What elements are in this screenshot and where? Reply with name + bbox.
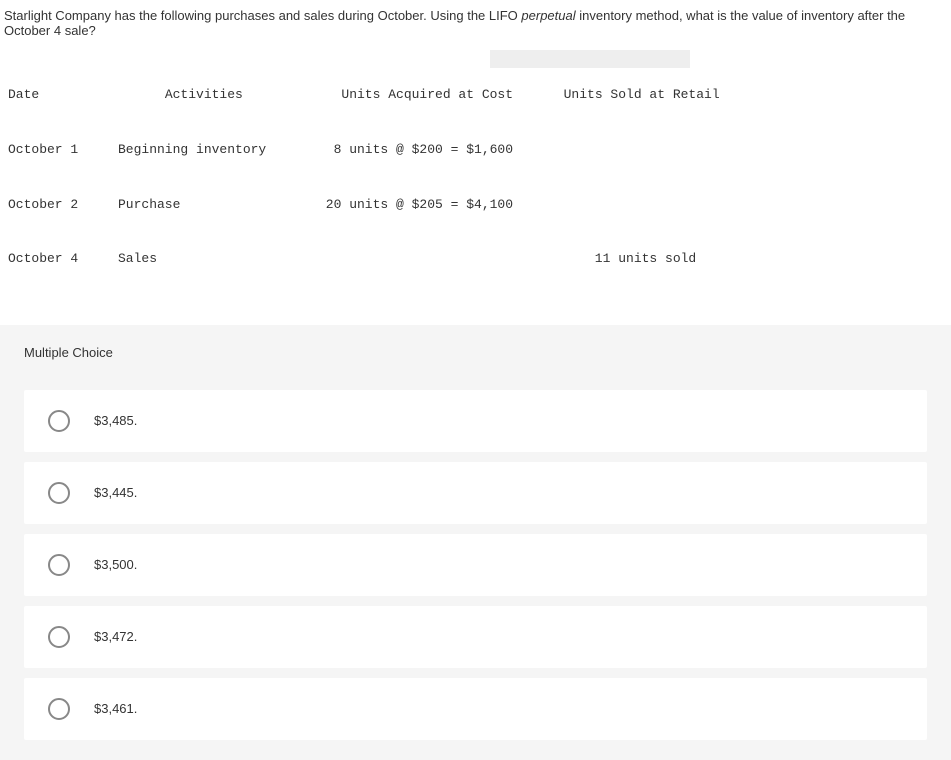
- cell-activities: Sales: [118, 250, 318, 268]
- table-row: October 4 Sales 11 units sold: [8, 250, 943, 268]
- radio-icon: [48, 698, 70, 720]
- radio-icon: [48, 554, 70, 576]
- header-units-sold: Units Sold at Retail: [548, 86, 748, 104]
- cell-units-sold: [548, 196, 748, 214]
- cell-activities: Beginning inventory: [118, 141, 318, 159]
- question-italic: perpetual: [521, 8, 575, 23]
- data-table-wrapper: Date Activities Units Acquired at Cost U…: [0, 50, 951, 305]
- option-4[interactable]: $3,472.: [24, 606, 927, 668]
- header-activities: Activities: [118, 86, 318, 104]
- option-text: $3,445.: [94, 485, 137, 500]
- header-date: Date: [8, 86, 118, 104]
- radio-icon: [48, 482, 70, 504]
- cell-date: October 2: [8, 196, 118, 214]
- cell-units-cost: 8 units @ $200 = $1,600: [318, 141, 548, 159]
- data-table: Date Activities Units Acquired at Cost U…: [8, 50, 943, 305]
- cell-date: October 1: [8, 141, 118, 159]
- table-row: October 1 Beginning inventory 8 units @ …: [8, 141, 943, 159]
- radio-icon: [48, 626, 70, 648]
- option-text: $3,485.: [94, 413, 137, 428]
- option-5[interactable]: $3,461.: [24, 678, 927, 740]
- option-2[interactable]: $3,445.: [24, 462, 927, 524]
- multiple-choice-section: Multiple Choice $3,485. $3,445. $3,500. …: [0, 325, 951, 760]
- header-units-cost: Units Acquired at Cost: [318, 86, 548, 104]
- question-text: Starlight Company has the following purc…: [0, 0, 951, 46]
- multiple-choice-label: Multiple Choice: [24, 335, 927, 390]
- option-text: $3,500.: [94, 557, 137, 572]
- option-1[interactable]: $3,485.: [24, 390, 927, 452]
- cell-units-sold: [548, 141, 748, 159]
- option-container: $3,500.: [24, 534, 927, 596]
- option-container: $3,485.: [24, 390, 927, 452]
- cell-date: October 4: [8, 250, 118, 268]
- question-prefix: Starlight Company has the following purc…: [4, 8, 521, 23]
- cell-units-cost: 20 units @ $205 = $4,100: [318, 196, 548, 214]
- table-header-row: Date Activities Units Acquired at Cost U…: [8, 86, 943, 104]
- table-row: October 2 Purchase 20 units @ $205 = $4,…: [8, 196, 943, 214]
- option-container: $3,445.: [24, 462, 927, 524]
- option-text: $3,461.: [94, 701, 137, 716]
- cell-activities: Purchase: [118, 196, 318, 214]
- radio-icon: [48, 410, 70, 432]
- option-container: $3,461.: [24, 678, 927, 740]
- option-3[interactable]: $3,500.: [24, 534, 927, 596]
- cell-units-sold: 11 units sold: [548, 250, 748, 268]
- option-text: $3,472.: [94, 629, 137, 644]
- option-container: $3,472.: [24, 606, 927, 668]
- cell-units-cost: [318, 250, 548, 268]
